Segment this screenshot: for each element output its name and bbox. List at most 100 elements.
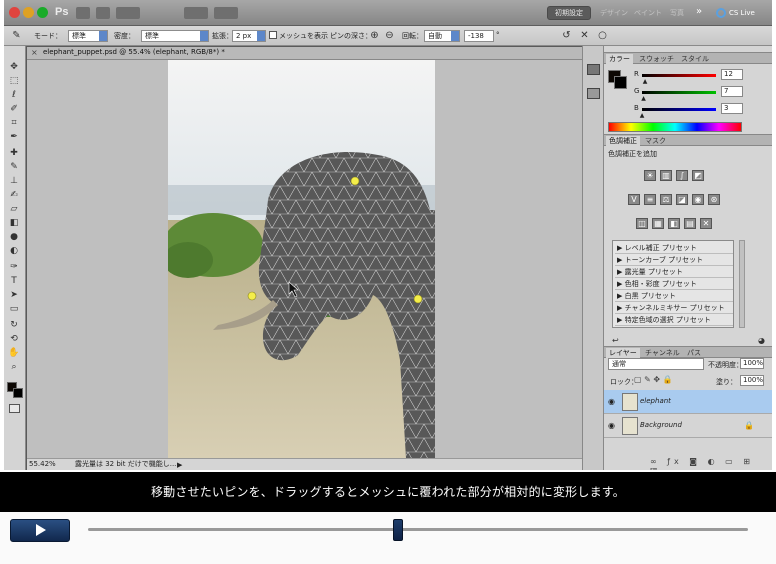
play-button[interactable] xyxy=(10,519,70,542)
minibridge-icon[interactable] xyxy=(96,7,110,19)
commit-transform-icon[interactable]: ○ xyxy=(596,30,609,42)
layer-row-elephant[interactable]: ◉ elephant xyxy=(604,390,772,414)
3d-rotate-tool-icon[interactable]: ↻ xyxy=(7,320,21,331)
rotate-select[interactable]: 自動 xyxy=(424,30,460,42)
green-slider[interactable] xyxy=(642,91,716,94)
black-white-icon[interactable]: ◪ xyxy=(676,194,688,205)
status-arrow-icon[interactable]: ▶ xyxy=(177,461,182,469)
workspace-paint-tab[interactable]: ペイント xyxy=(634,8,662,18)
zoom-tool-icon[interactable]: ⌕ xyxy=(7,362,21,373)
seek-handle[interactable] xyxy=(393,519,404,541)
green-value-field[interactable]: 7 xyxy=(721,86,743,97)
bridge-icon[interactable] xyxy=(76,7,90,19)
list-item[interactable]: ▶ チャンネルミキサー プリセット xyxy=(615,303,733,314)
3d-orbit-tool-icon[interactable]: ⟲ xyxy=(7,334,21,345)
tab-adjustments[interactable]: 色調補正 xyxy=(606,136,640,146)
zoom-window-button[interactable] xyxy=(37,7,48,18)
zoom-level[interactable]: 55.42% xyxy=(29,459,63,470)
tab-styles[interactable]: スタイル xyxy=(678,54,712,64)
crop-tool-icon[interactable]: ⌗ xyxy=(7,118,21,129)
color-ramp[interactable] xyxy=(608,122,742,132)
gradient-map-icon[interactable]: ▤ xyxy=(684,218,696,229)
blue-value-field[interactable]: 3 xyxy=(721,103,743,114)
curves-icon[interactable]: ∫ xyxy=(676,170,688,181)
red-slider[interactable] xyxy=(642,74,716,77)
lock-icons[interactable]: ▢ ✎ ✥ 🔒 xyxy=(634,375,673,384)
tab-layers[interactable]: レイヤー xyxy=(606,348,640,358)
density-select[interactable]: 標準 xyxy=(141,30,209,42)
eyedropper-tool-icon[interactable]: ✒ xyxy=(7,132,21,143)
tab-channels[interactable]: チャンネル xyxy=(642,348,683,358)
pin-depth-up-icon[interactable]: ⊕ xyxy=(368,30,381,42)
list-item[interactable]: ▶ 白黒 プリセット xyxy=(615,291,733,302)
puppet-pin[interactable] xyxy=(247,291,257,301)
blue-slider-handle[interactable]: ▲ xyxy=(640,112,645,119)
history-icon[interactable] xyxy=(587,88,600,99)
minimize-window-button[interactable] xyxy=(23,7,34,18)
screen-mode-icon[interactable] xyxy=(214,7,238,19)
marquee-tool-icon[interactable]: ⬚ xyxy=(7,76,21,87)
view-extras-icon[interactable] xyxy=(116,7,140,19)
move-tool-icon[interactable]: ✥ xyxy=(7,62,21,73)
channel-mixer-icon[interactable]: ⊛ xyxy=(708,194,720,205)
invert-icon[interactable]: ◫ xyxy=(636,218,648,229)
workspace-essentials-button[interactable]: 初期設定 xyxy=(547,6,591,20)
angle-field[interactable]: -138 xyxy=(464,30,494,42)
exposure-icon[interactable]: ◩ xyxy=(692,170,704,181)
eraser-tool-icon[interactable]: ▱ xyxy=(7,204,21,215)
brightness-contrast-icon[interactable]: ☀ xyxy=(644,170,656,181)
threshold-icon[interactable]: ◧ xyxy=(668,218,680,229)
cs-live-button[interactable]: CS Live xyxy=(716,5,766,21)
vibrance-icon[interactable]: V xyxy=(628,194,640,205)
expand-field[interactable]: 2 px xyxy=(232,30,266,42)
list-item[interactable]: ▶ 色相・彩度 プリセット xyxy=(615,279,733,290)
green-slider-handle[interactable]: ▲ xyxy=(641,95,646,102)
mode-select[interactable]: 標準 xyxy=(68,30,108,42)
puppet-pin-tool-icon[interactable]: ✎ xyxy=(10,30,23,42)
clone-stamp-tool-icon[interactable]: ⊥ xyxy=(7,176,21,187)
selective-color-icon[interactable]: ✕ xyxy=(700,218,712,229)
red-slider-handle[interactable]: ▲ xyxy=(643,78,648,85)
tab-color[interactable]: カラー xyxy=(606,54,633,64)
brush-tool-icon[interactable]: ✎ xyxy=(7,162,21,173)
puppet-pin[interactable] xyxy=(350,176,360,186)
lasso-tool-icon[interactable]: ℓ xyxy=(7,90,21,101)
blue-slider[interactable] xyxy=(642,108,716,111)
document-tab[interactable]: × elephant_puppet.psd @ 55.4% (elephant,… xyxy=(27,47,582,60)
presets-scrollbar[interactable] xyxy=(739,240,745,328)
list-item[interactable]: ▶ 露光量 プリセット xyxy=(615,267,733,278)
workspace-design-tab[interactable]: デザイン xyxy=(600,8,628,18)
arrange-documents-icon[interactable] xyxy=(184,7,208,19)
pen-tool-icon[interactable]: ✑ xyxy=(7,262,21,273)
layer-row-background[interactable]: ◉ Background 🔒 xyxy=(604,414,772,438)
fill-field[interactable]: 100% xyxy=(740,375,764,386)
list-item[interactable]: ▶ レベル補正 プリセット xyxy=(615,243,733,254)
quick-mask-icon[interactable] xyxy=(9,404,20,413)
show-mesh-checkbox[interactable] xyxy=(269,31,277,39)
hue-saturation-icon[interactable]: ≡ xyxy=(644,194,656,205)
posterize-icon[interactable]: ▦ xyxy=(652,218,664,229)
pin-depth-down-icon[interactable]: ⊖ xyxy=(383,30,396,42)
photo-filter-icon[interactable]: ◉ xyxy=(692,194,704,205)
tab-swatches[interactable]: スウォッチ xyxy=(636,54,677,64)
history-brush-tool-icon[interactable]: ✍ xyxy=(7,190,21,201)
red-value-field[interactable]: 12 xyxy=(721,69,743,80)
opacity-field[interactable]: 100% xyxy=(740,358,764,369)
close-document-icon[interactable]: × xyxy=(31,48,38,57)
reset-pins-icon[interactable]: ↺ xyxy=(560,30,573,42)
path-selection-tool-icon[interactable]: ➤ xyxy=(7,290,21,301)
more-workspaces-chevron-icon[interactable]: » xyxy=(696,6,702,17)
panel-return-icon[interactable]: ↩ xyxy=(612,336,619,345)
blur-tool-icon[interactable]: ● xyxy=(7,232,21,243)
gradient-tool-icon[interactable]: ◧ xyxy=(7,218,21,229)
list-item[interactable]: ▶ トーンカーブ プリセット xyxy=(615,255,733,266)
background-color-swatch[interactable] xyxy=(614,76,627,89)
tab-masks[interactable]: マスク xyxy=(642,136,669,146)
healing-brush-tool-icon[interactable]: ✚ xyxy=(7,148,21,159)
eye-icon[interactable]: ◉ xyxy=(608,421,615,430)
hand-tool-icon[interactable]: ✋ xyxy=(7,348,21,359)
workspace-photo-tab[interactable]: 写真 xyxy=(670,8,684,18)
levels-icon[interactable]: ▥ xyxy=(660,170,672,181)
quick-select-tool-icon[interactable]: ✐ xyxy=(7,104,21,115)
shape-tool-icon[interactable]: ▭ xyxy=(7,304,21,315)
